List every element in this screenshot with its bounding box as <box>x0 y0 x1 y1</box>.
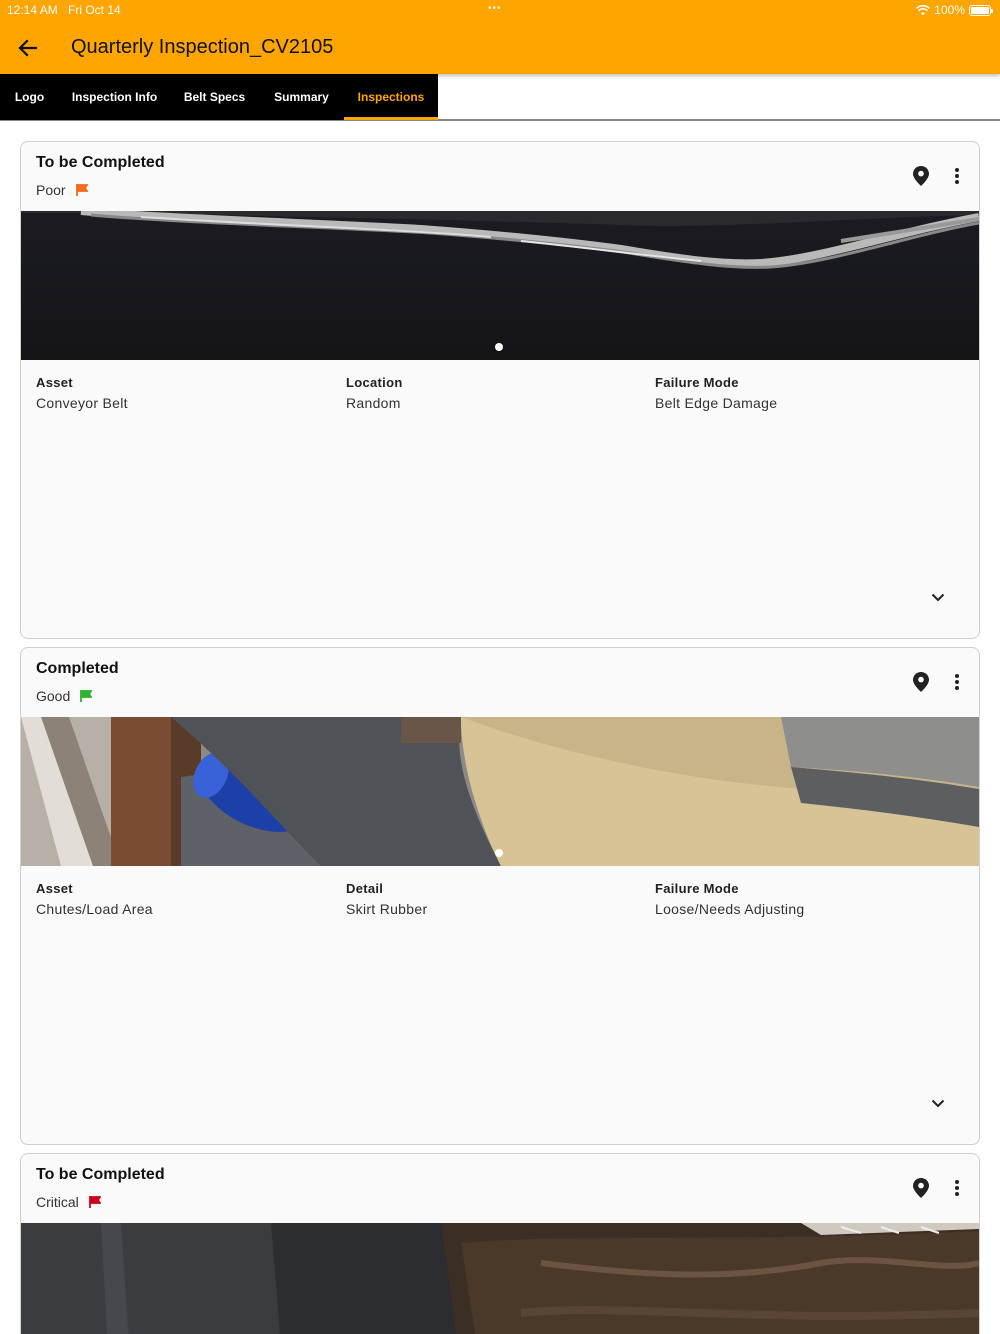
wifi-icon <box>916 4 931 15</box>
carousel-dot[interactable] <box>495 849 503 857</box>
more-vertical-icon <box>955 674 959 690</box>
more-options-button[interactable] <box>947 1176 967 1200</box>
field-value: Belt Edge Damage <box>655 395 778 411</box>
field-value: Conveyor Belt <box>36 395 128 411</box>
status-time: 12:14 AM <box>7 3 58 17</box>
field-failure-mode: Failure Mode Belt Edge Damage <box>655 375 777 411</box>
condition-label: Good <box>36 688 71 704</box>
expand-button[interactable] <box>926 1091 950 1115</box>
inspection-status: To be Completed <box>36 1166 165 1183</box>
location-pin-icon <box>913 1178 929 1198</box>
status-right: 100% <box>916 3 993 17</box>
flag-icon <box>80 690 93 702</box>
tab-strip: Logo Inspection Info Belt Specs Summary … <box>0 74 438 120</box>
carousel-dot[interactable] <box>495 343 503 351</box>
field-value: Random <box>346 395 401 411</box>
location-pin-icon <box>913 166 929 186</box>
page-title: Quarterly Inspection_CV2105 <box>71 36 334 58</box>
location-pin-button[interactable] <box>909 670 933 694</box>
location-pin-button[interactable] <box>909 1176 933 1200</box>
inspection-condition: Critical <box>36 1194 101 1210</box>
status-bar: 12:14 AM Fri Oct 14 ••• 100% <box>0 0 1000 20</box>
more-options-button[interactable] <box>947 670 967 694</box>
chevron-down-icon <box>931 1099 945 1107</box>
inspection-photo[interactable] <box>21 1223 979 1334</box>
status-date: Fri Oct 14 <box>68 3 121 17</box>
more-options-button[interactable] <box>947 164 967 188</box>
flag-icon <box>88 1196 101 1208</box>
tab-belt-specs[interactable]: Belt Specs <box>170 74 259 120</box>
field-asset: Asset Conveyor Belt <box>36 375 128 411</box>
inspection-condition: Poor <box>36 182 88 198</box>
field-label: Asset <box>36 375 73 390</box>
app-header: 12:14 AM Fri Oct 14 ••• 100% Quarterly I… <box>0 0 1000 74</box>
field-label: Detail <box>346 881 384 896</box>
arrow-left-icon <box>18 39 38 57</box>
field-label: Failure Mode <box>655 881 739 896</box>
flag-icon <box>75 184 88 196</box>
inspection-card[interactable]: Completed Good Asset Chutes/Load Area De… <box>20 647 980 1145</box>
tab-bar: Logo Inspection Info Belt Specs Summary … <box>0 74 1000 121</box>
inspections-list[interactable]: To be Completed Poor Asset Conveyor Belt… <box>0 121 1000 1334</box>
field-detail: Detail Skirt Rubber <box>346 881 427 917</box>
inspection-condition: Good <box>36 688 93 704</box>
inspection-card[interactable]: To be Completed Critical <box>20 1153 980 1334</box>
condition-label: Poor <box>36 182 66 198</box>
inspection-status: Completed <box>36 660 119 677</box>
field-label: Failure Mode <box>655 375 739 390</box>
field-asset: Asset Chutes/Load Area <box>36 881 153 917</box>
inspection-photo[interactable] <box>21 717 979 866</box>
field-value: Skirt Rubber <box>346 901 428 917</box>
more-vertical-icon <box>955 168 959 184</box>
multitasking-dots-icon[interactable]: ••• <box>488 3 502 14</box>
condition-label: Critical <box>36 1194 79 1210</box>
expand-button[interactable] <box>926 585 950 609</box>
belt-edge-photo <box>21 211 979 360</box>
inspection-status: To be Completed <box>36 154 165 171</box>
location-pin-button[interactable] <box>909 164 933 188</box>
battery-percent: 100% <box>934 3 965 17</box>
tab-logo[interactable]: Logo <box>0 74 59 120</box>
more-vertical-icon <box>955 1180 959 1196</box>
inspection-card[interactable]: To be Completed Poor Asset Conveyor Belt… <box>20 141 980 639</box>
field-label: Asset <box>36 881 73 896</box>
field-location: Location Random <box>346 375 403 411</box>
battery-icon <box>969 4 993 16</box>
field-value: Loose/Needs Adjusting <box>655 901 805 917</box>
tab-inspection-info[interactable]: Inspection Info <box>59 74 170 120</box>
tab-inspections[interactable]: Inspections <box>344 74 438 120</box>
back-button[interactable] <box>14 34 42 62</box>
coal-chute-photo <box>21 1223 979 1334</box>
chute-photo <box>21 717 979 866</box>
location-pin-icon <box>913 672 929 692</box>
field-label: Location <box>346 375 403 390</box>
field-value: Chutes/Load Area <box>36 901 153 917</box>
tab-summary[interactable]: Summary <box>259 74 344 120</box>
field-failure-mode: Failure Mode Loose/Needs Adjusting <box>655 881 805 917</box>
chevron-down-icon <box>931 593 945 601</box>
inspection-photo[interactable] <box>21 211 979 360</box>
